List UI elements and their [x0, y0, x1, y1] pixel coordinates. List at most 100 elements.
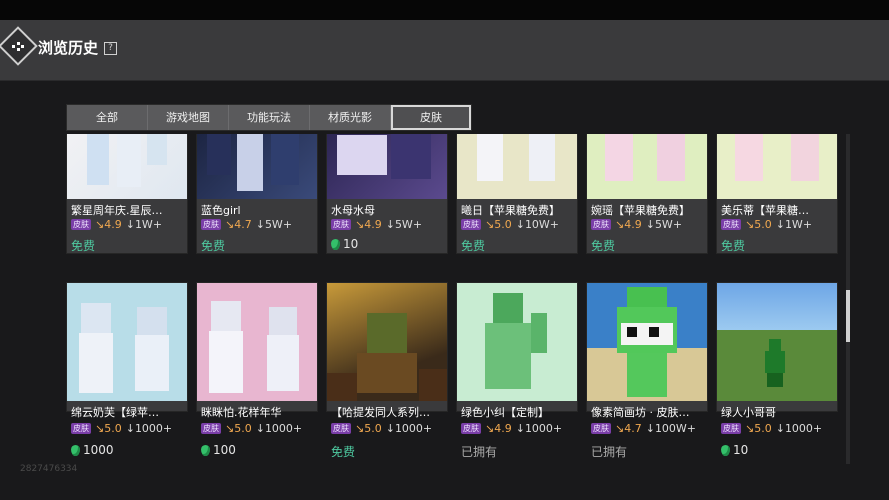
skin-name: 眯眯怕.花样年华	[201, 406, 282, 419]
skin-thumbnail	[587, 283, 707, 401]
downloads: ↓1000+	[125, 422, 173, 435]
tab-textures[interactable]: 材质光影	[310, 105, 391, 130]
skin-card[interactable]: 婉瑶【苹果糖免费】 皮肤 ↘4.9 ↓5W+ 免费	[586, 134, 708, 254]
skin-name: 【哈提发同人系列…	[331, 406, 430, 419]
rating: ↘4.7	[615, 422, 642, 435]
skin-badge: 皮肤	[591, 219, 611, 230]
skin-card[interactable]: 像素简画坊 · 皮肤… 皮肤 ↘4.7 ↓100W+ 已拥有	[586, 282, 708, 459]
skin-badge: 皮肤	[201, 219, 221, 230]
price: 免费	[71, 239, 96, 253]
page-title: 浏览历史	[38, 39, 99, 57]
skin-meta: 皮肤 ↘5.0 ↓1000+	[331, 422, 432, 435]
rating: ↘4.7	[225, 218, 252, 231]
tab-all[interactable]: 全部	[67, 105, 148, 130]
skin-card[interactable]: 繁星周年庆.星辰… 皮肤 ↘4.9 ↓1W+ 免费	[66, 134, 188, 254]
skin-preview-image	[87, 134, 167, 187]
price: 1000	[71, 443, 114, 457]
gem-icon	[721, 444, 730, 456]
skin-thumbnail	[587, 134, 707, 199]
rating: ↘4.9	[615, 218, 642, 231]
tab-skins[interactable]: 皮肤	[391, 105, 471, 130]
downloads: ↓1000+	[255, 422, 303, 435]
skin-card[interactable]: 曦日【苹果糖免费】 皮肤 ↘5.0 ↓10W+ 免费	[456, 134, 578, 254]
gem-icon	[71, 444, 80, 456]
scrollbar-thumb[interactable]	[846, 290, 850, 342]
skin-thumbnail	[457, 134, 577, 199]
skin-name: 绿色小纠【定制】	[461, 406, 549, 419]
skin-meta: 皮肤 ↘5.0 ↓1000+	[201, 422, 302, 435]
price: 已拥有	[461, 445, 498, 459]
rating: ↘5.0	[745, 218, 772, 231]
skin-badge: 皮肤	[71, 219, 91, 230]
skin-badge: 皮肤	[331, 423, 351, 434]
rating: ↘4.9	[355, 218, 382, 231]
skin-preview-image	[477, 134, 555, 181]
skin-card[interactable]: 眯眯怕.花样年华 皮肤 ↘5.0 ↓1000+ 100	[196, 282, 318, 457]
skin-badge: 皮肤	[591, 423, 611, 434]
tab-features[interactable]: 功能玩法	[229, 105, 310, 130]
skin-badge: 皮肤	[201, 423, 221, 434]
price: 10	[331, 237, 358, 251]
skin-preview-image	[605, 134, 685, 181]
top-bar	[0, 0, 889, 20]
skin-card[interactable]: 绿色小纠【定制】 皮肤 ↘4.9 ↓1000+ 已拥有	[456, 282, 578, 459]
downloads: ↓5W+	[255, 218, 293, 231]
downloads: ↓5W+	[385, 218, 423, 231]
rating: ↘5.0	[485, 218, 512, 231]
skin-thumbnail	[67, 134, 187, 199]
skin-thumbnail	[717, 283, 837, 401]
skin-badge: 皮肤	[461, 423, 481, 434]
price: 免费	[201, 239, 226, 253]
skin-name: 水母水母	[331, 204, 375, 217]
tab-game-maps[interactable]: 游戏地图	[148, 105, 229, 130]
skin-meta: 皮肤 ↘4.9 ↓5W+	[331, 218, 422, 231]
skin-name: 繁星周年庆.星辰…	[71, 204, 163, 217]
downloads: ↓5W+	[645, 218, 683, 231]
downloads: ↓1000+	[515, 422, 563, 435]
skin-preview-image	[337, 134, 431, 179]
price: 免费	[591, 239, 616, 253]
skin-card[interactable]: 绿人小哥哥 皮肤 ↘5.0 ↓1000+ 10	[716, 282, 838, 457]
skin-card[interactable]: 水母水母 皮肤 ↘4.9 ↓5W+ 10	[326, 134, 448, 254]
skin-thumbnail	[327, 283, 447, 401]
skin-preview-image	[327, 313, 447, 401]
skin-meta: 皮肤 ↘4.9 ↓1W+	[71, 218, 162, 231]
back-button[interactable]	[0, 26, 38, 66]
skin-preview-image	[617, 287, 677, 397]
skin-thumbnail	[197, 283, 317, 401]
skin-name: 绿人小哥哥	[721, 406, 776, 419]
rating: ↘5.0	[355, 422, 382, 435]
skin-name: 美乐蒂【苹果糖…	[721, 204, 809, 217]
price: 10	[721, 443, 748, 457]
skin-name: 婉瑶【苹果糖免费】	[591, 204, 690, 217]
skin-card[interactable]: 绵云奶芙【绿苹… 皮肤 ↘5.0 ↓1000+ 1000	[66, 282, 188, 457]
back-arrow-icon	[12, 42, 24, 51]
skin-preview-image	[735, 134, 819, 181]
category-tabs: 全部 游戏地图 功能玩法 材质光影 皮肤	[66, 104, 472, 131]
skin-card[interactable]: 【哈提发同人系列… 皮肤 ↘5.0 ↓1000+ 免费	[326, 282, 448, 459]
price: 免费	[331, 445, 356, 459]
price: 100	[201, 443, 236, 457]
downloads: ↓1000+	[775, 422, 823, 435]
skin-meta: 皮肤 ↘4.9 ↓5W+	[591, 218, 682, 231]
skin-badge: 皮肤	[331, 219, 351, 230]
skin-name: 绵云奶芙【绿苹…	[71, 406, 159, 419]
price: 免费	[721, 239, 746, 253]
header-bar: 浏览历史 ?	[0, 20, 889, 81]
skin-thumbnail	[67, 283, 187, 401]
rating: ↘4.9	[485, 422, 512, 435]
downloads: ↓1W+	[775, 218, 813, 231]
skin-name: 蓝色girl	[201, 204, 241, 217]
gem-icon	[331, 238, 340, 250]
rating: ↘5.0	[225, 422, 252, 435]
skin-thumbnail	[457, 283, 577, 401]
skin-card[interactable]: 蓝色girl 皮肤 ↘4.7 ↓5W+ 免费	[196, 134, 318, 254]
skin-badge: 皮肤	[721, 423, 741, 434]
skin-preview-image	[207, 134, 299, 191]
skin-meta: 皮肤 ↘5.0 ↓1000+	[721, 422, 822, 435]
skin-preview-image	[765, 339, 785, 387]
skin-card[interactable]: 美乐蒂【苹果糖… 皮肤 ↘5.0 ↓1W+ 免费	[716, 134, 838, 254]
help-icon[interactable]: ?	[104, 42, 117, 55]
rating: ↘5.0	[95, 422, 122, 435]
price: 免费	[461, 239, 486, 253]
